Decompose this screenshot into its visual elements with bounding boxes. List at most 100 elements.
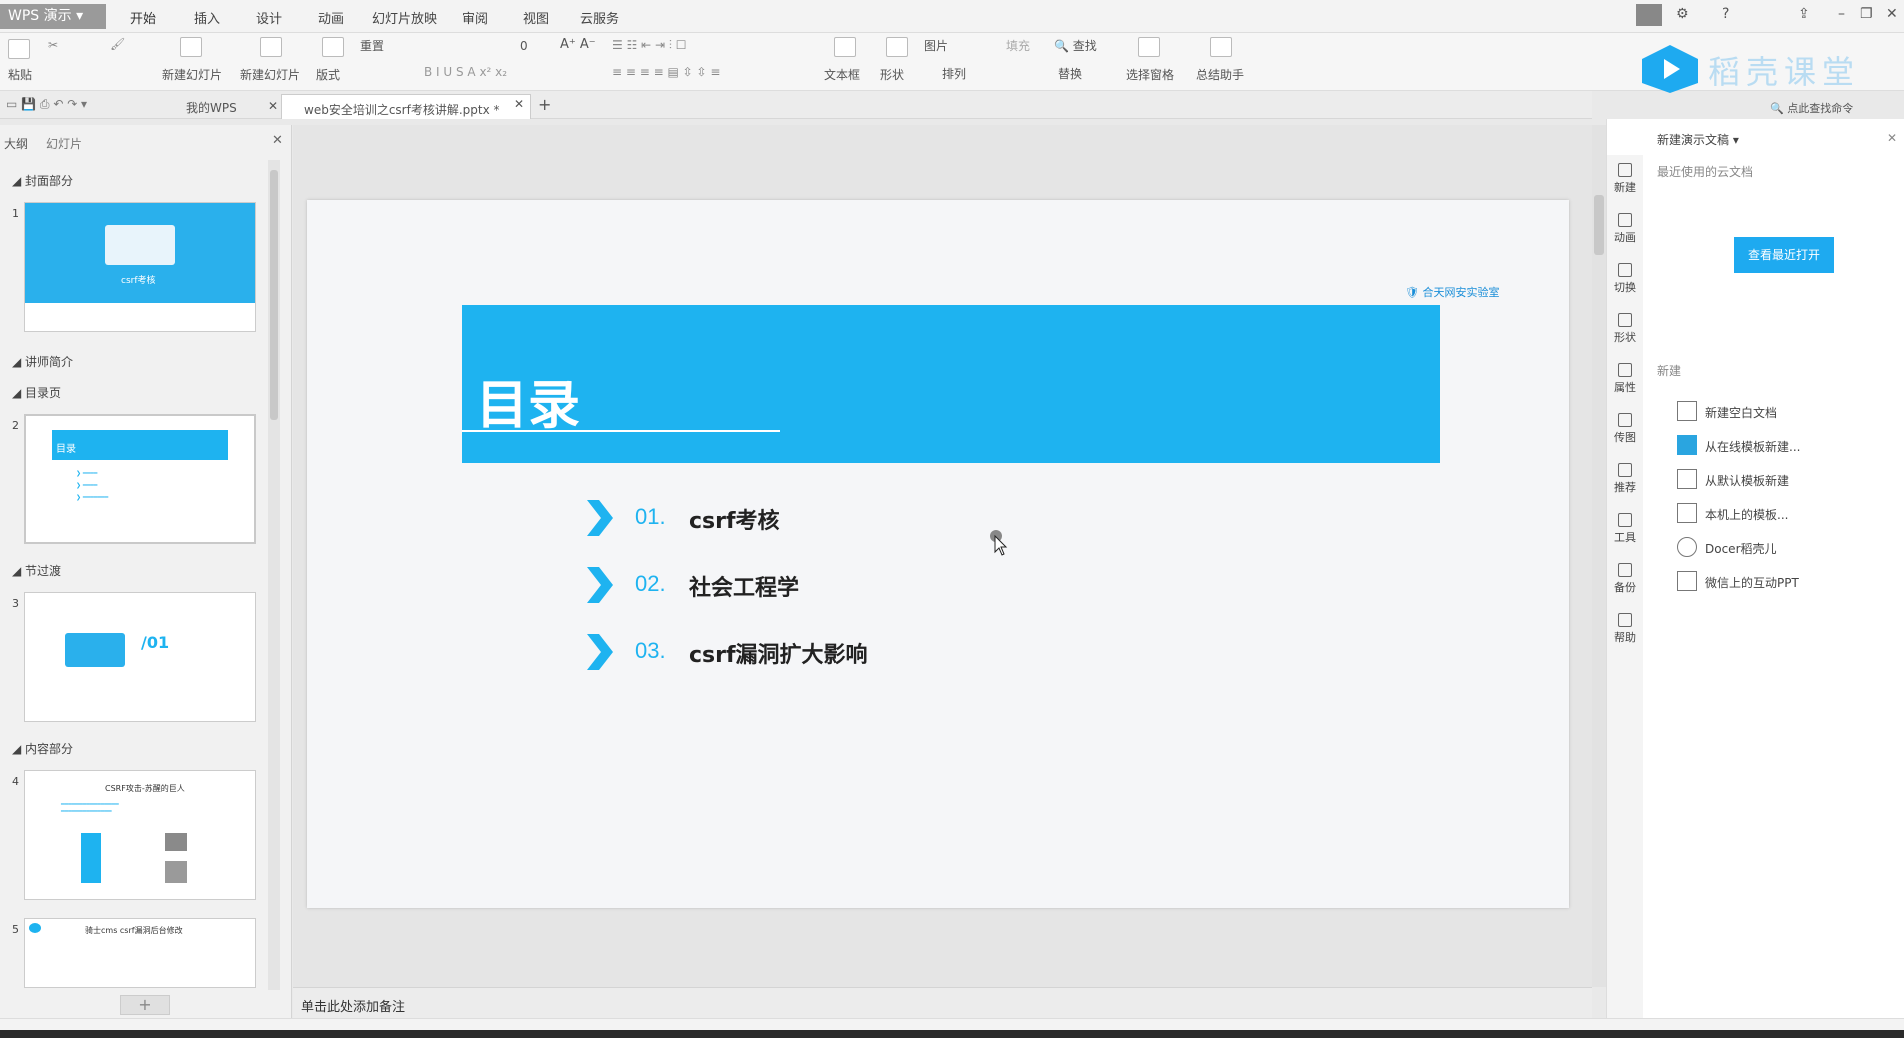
arrange-button[interactable]: 排列 bbox=[942, 65, 966, 82]
properties-icon bbox=[1618, 363, 1632, 377]
slide-canvas[interactable]: 🛡 合天网安实验室 目录 01. csrf考核 02. 社会工程学 03. cs… bbox=[307, 200, 1569, 908]
task-pane-header[interactable]: 新建演示文稿 ▾ bbox=[1657, 131, 1739, 148]
quick-access-icons[interactable]: ▭ 💾 ⎙ ↶ ↷ ▾ bbox=[6, 97, 87, 112]
new-from-default-template[interactable]: 从默认模板新建 bbox=[1677, 469, 1789, 489]
settings-icon[interactable]: ⚙ bbox=[1676, 6, 1689, 22]
shapes-icon bbox=[1618, 313, 1632, 327]
wechat-interactive-ppt[interactable]: 微信上的互动PPT bbox=[1677, 571, 1799, 591]
menu-insert[interactable]: 插入 bbox=[194, 8, 220, 27]
docer-link[interactable]: Docer稻壳儿 bbox=[1677, 537, 1777, 557]
new-blank-doc-label: 新建空白文档 bbox=[1705, 406, 1778, 420]
slides-panel-scrollbar[interactable] bbox=[268, 160, 280, 990]
thumb-4-bar bbox=[81, 833, 101, 883]
reset-icon[interactable] bbox=[322, 37, 344, 57]
rp-properties-button[interactable]: 属性 bbox=[1607, 363, 1643, 395]
slide-thumb-2[interactable]: 目录 ❯ ━━━━ ❯ ━━━━ ❯ ━━━━━━━ bbox=[24, 414, 256, 544]
textbox-icon[interactable] bbox=[834, 37, 856, 57]
new-tab-icon[interactable]: + bbox=[538, 95, 551, 114]
slide-thumb-3[interactable]: /01 bbox=[24, 592, 256, 722]
list-icons[interactable]: ☰ ☷ ⇤ ⇥ ⫶ ☐ bbox=[612, 38, 686, 53]
app-menu-button[interactable]: WPS 演示 ▾ bbox=[0, 4, 106, 29]
restore-icon[interactable]: ❐ bbox=[1860, 6, 1873, 22]
notes-pane[interactable]: 单击此处添加备注 bbox=[293, 987, 1592, 1018]
local-templates[interactable]: 本机上的模板... bbox=[1677, 503, 1788, 523]
rp-upload-image-button[interactable]: 传图 bbox=[1607, 413, 1643, 445]
fill-button[interactable]: 填充 bbox=[1006, 37, 1030, 54]
rp-animation-button[interactable]: 动画 bbox=[1607, 213, 1643, 245]
new-slide-icon[interactable] bbox=[180, 37, 202, 57]
tab-close-icon[interactable]: ✕ bbox=[268, 99, 278, 113]
font-style-icons[interactable]: B I U S A x² x₂ bbox=[424, 65, 507, 79]
section-lecturer[interactable]: ◢ 讲师简介 bbox=[12, 353, 73, 370]
shapes-icon[interactable] bbox=[886, 37, 908, 57]
tab-outline[interactable]: 大纲 bbox=[4, 135, 28, 152]
select-pane-icon[interactable] bbox=[1138, 37, 1160, 57]
help-icon[interactable]: ? bbox=[1722, 6, 1729, 22]
slide-title[interactable]: 目录 bbox=[476, 363, 580, 438]
new-slide-from-button[interactable]: 新建幻灯片 bbox=[240, 66, 300, 83]
section-content[interactable]: ◢ 内容部分 bbox=[12, 740, 73, 757]
rp-recommend-button[interactable]: 推荐 bbox=[1607, 463, 1643, 495]
menu-design[interactable]: 设计 bbox=[256, 8, 282, 27]
tab-document-close-icon[interactable]: ✕ bbox=[514, 97, 524, 111]
format-painter-icon[interactable]: 🖌 bbox=[110, 37, 128, 57]
cut-icon[interactable]: ✂ bbox=[48, 38, 58, 52]
tab-document[interactable]: web安全培训之csrf考核讲解.pptx * bbox=[281, 94, 531, 119]
section-toc[interactable]: ◢ 目录页 bbox=[12, 384, 61, 401]
slide-thumb-4[interactable]: CSRF攻击-苏醒的巨人 ━━━━━━━━━━━━━━━━ ━━━━━━━━━━━… bbox=[24, 770, 256, 900]
select-pane-button[interactable]: 选择窗格 bbox=[1126, 66, 1174, 83]
canvas-scrollbar-thumb[interactable] bbox=[1594, 195, 1604, 255]
menu-view[interactable]: 视图 bbox=[523, 8, 549, 27]
rp-transition-button[interactable]: 切换 bbox=[1607, 263, 1643, 295]
replace-button[interactable]: 替换 bbox=[1058, 65, 1082, 82]
reset-button[interactable]: 重置 bbox=[360, 37, 384, 54]
tab-mywps[interactable]: 我的WPS bbox=[186, 99, 237, 116]
menu-review[interactable]: 审阅 bbox=[462, 8, 488, 27]
search-command[interactable]: 🔍 点此查找命令 bbox=[1770, 100, 1853, 116]
add-slide-button[interactable]: + bbox=[120, 995, 170, 1015]
rp-shapes-button[interactable]: 形状 bbox=[1607, 313, 1643, 345]
task-pane-close-icon[interactable]: ✕ bbox=[1887, 131, 1897, 145]
find-button[interactable]: 🔍 查找 bbox=[1054, 37, 1097, 54]
font-grow-icon[interactable]: A⁺ A⁻ bbox=[560, 37, 596, 52]
section-lecturer-label: 讲师简介 bbox=[25, 355, 74, 369]
menu-home[interactable]: 开始 bbox=[130, 8, 156, 27]
summary-helper-icon[interactable] bbox=[1210, 37, 1232, 57]
picture-button[interactable]: 图片 bbox=[924, 37, 948, 54]
rp-tools-button[interactable]: 工具 bbox=[1607, 513, 1643, 545]
font-size-field[interactable]: 0 bbox=[520, 39, 528, 53]
rp-help-button[interactable]: 帮助 bbox=[1607, 613, 1643, 645]
layout-button[interactable]: 版式 bbox=[316, 66, 340, 83]
thumb-5-logo bbox=[29, 923, 41, 933]
menu-cloud[interactable]: 云服务 bbox=[580, 8, 619, 27]
paste-icon[interactable] bbox=[8, 39, 30, 59]
close-icon[interactable]: ✕ bbox=[1886, 6, 1898, 22]
minimize-icon[interactable]: – bbox=[1838, 6, 1845, 22]
paste-button[interactable]: 粘贴 bbox=[8, 66, 32, 83]
menu-slideshow[interactable]: 幻灯片放映 bbox=[372, 8, 437, 27]
avatar[interactable] bbox=[1636, 4, 1662, 26]
new-blank-doc[interactable]: 新建空白文档 bbox=[1677, 401, 1778, 421]
new-slide-button[interactable]: 新建幻灯片 bbox=[162, 66, 222, 83]
canvas-scrollbar[interactable] bbox=[1592, 125, 1606, 987]
section-transition[interactable]: ◢ 节过渡 bbox=[12, 562, 61, 579]
textbox-button[interactable]: 文本框 bbox=[824, 66, 860, 83]
rp-shapes-label: 形状 bbox=[1614, 331, 1636, 344]
pane-close-icon[interactable]: ✕ bbox=[272, 133, 283, 148]
toc-text: csrf漏洞扩大影响 bbox=[689, 643, 868, 668]
rp-backup-button[interactable]: 备份 bbox=[1607, 563, 1643, 595]
upload-icon[interactable]: ⇪ bbox=[1798, 6, 1810, 22]
layout-icon[interactable] bbox=[260, 37, 282, 57]
open-recent-button[interactable]: 查看最近打开 bbox=[1734, 237, 1834, 273]
new-from-online-template[interactable]: 从在线模板新建... bbox=[1677, 435, 1800, 455]
rp-new-label: 新建 bbox=[1614, 181, 1636, 194]
section-cover[interactable]: ◢ 封面部分 bbox=[12, 172, 73, 189]
rp-new-button[interactable]: 新建 bbox=[1607, 163, 1643, 195]
slide-thumb-5[interactable]: 骑士cms csrf漏洞后台修改 bbox=[24, 918, 256, 988]
shapes-button[interactable]: 形状 bbox=[880, 66, 904, 83]
menu-animation[interactable]: 动画 bbox=[318, 8, 344, 27]
tab-slides[interactable]: 幻灯片 bbox=[46, 135, 82, 152]
summary-helper-button[interactable]: 总结助手 bbox=[1196, 66, 1244, 83]
slide-thumb-1[interactable]: csrf考核 bbox=[24, 202, 256, 332]
align-icons[interactable]: ≡ ≡ ≡ ≡ ▤ ⇳ ⇳ ≡ bbox=[612, 65, 720, 79]
